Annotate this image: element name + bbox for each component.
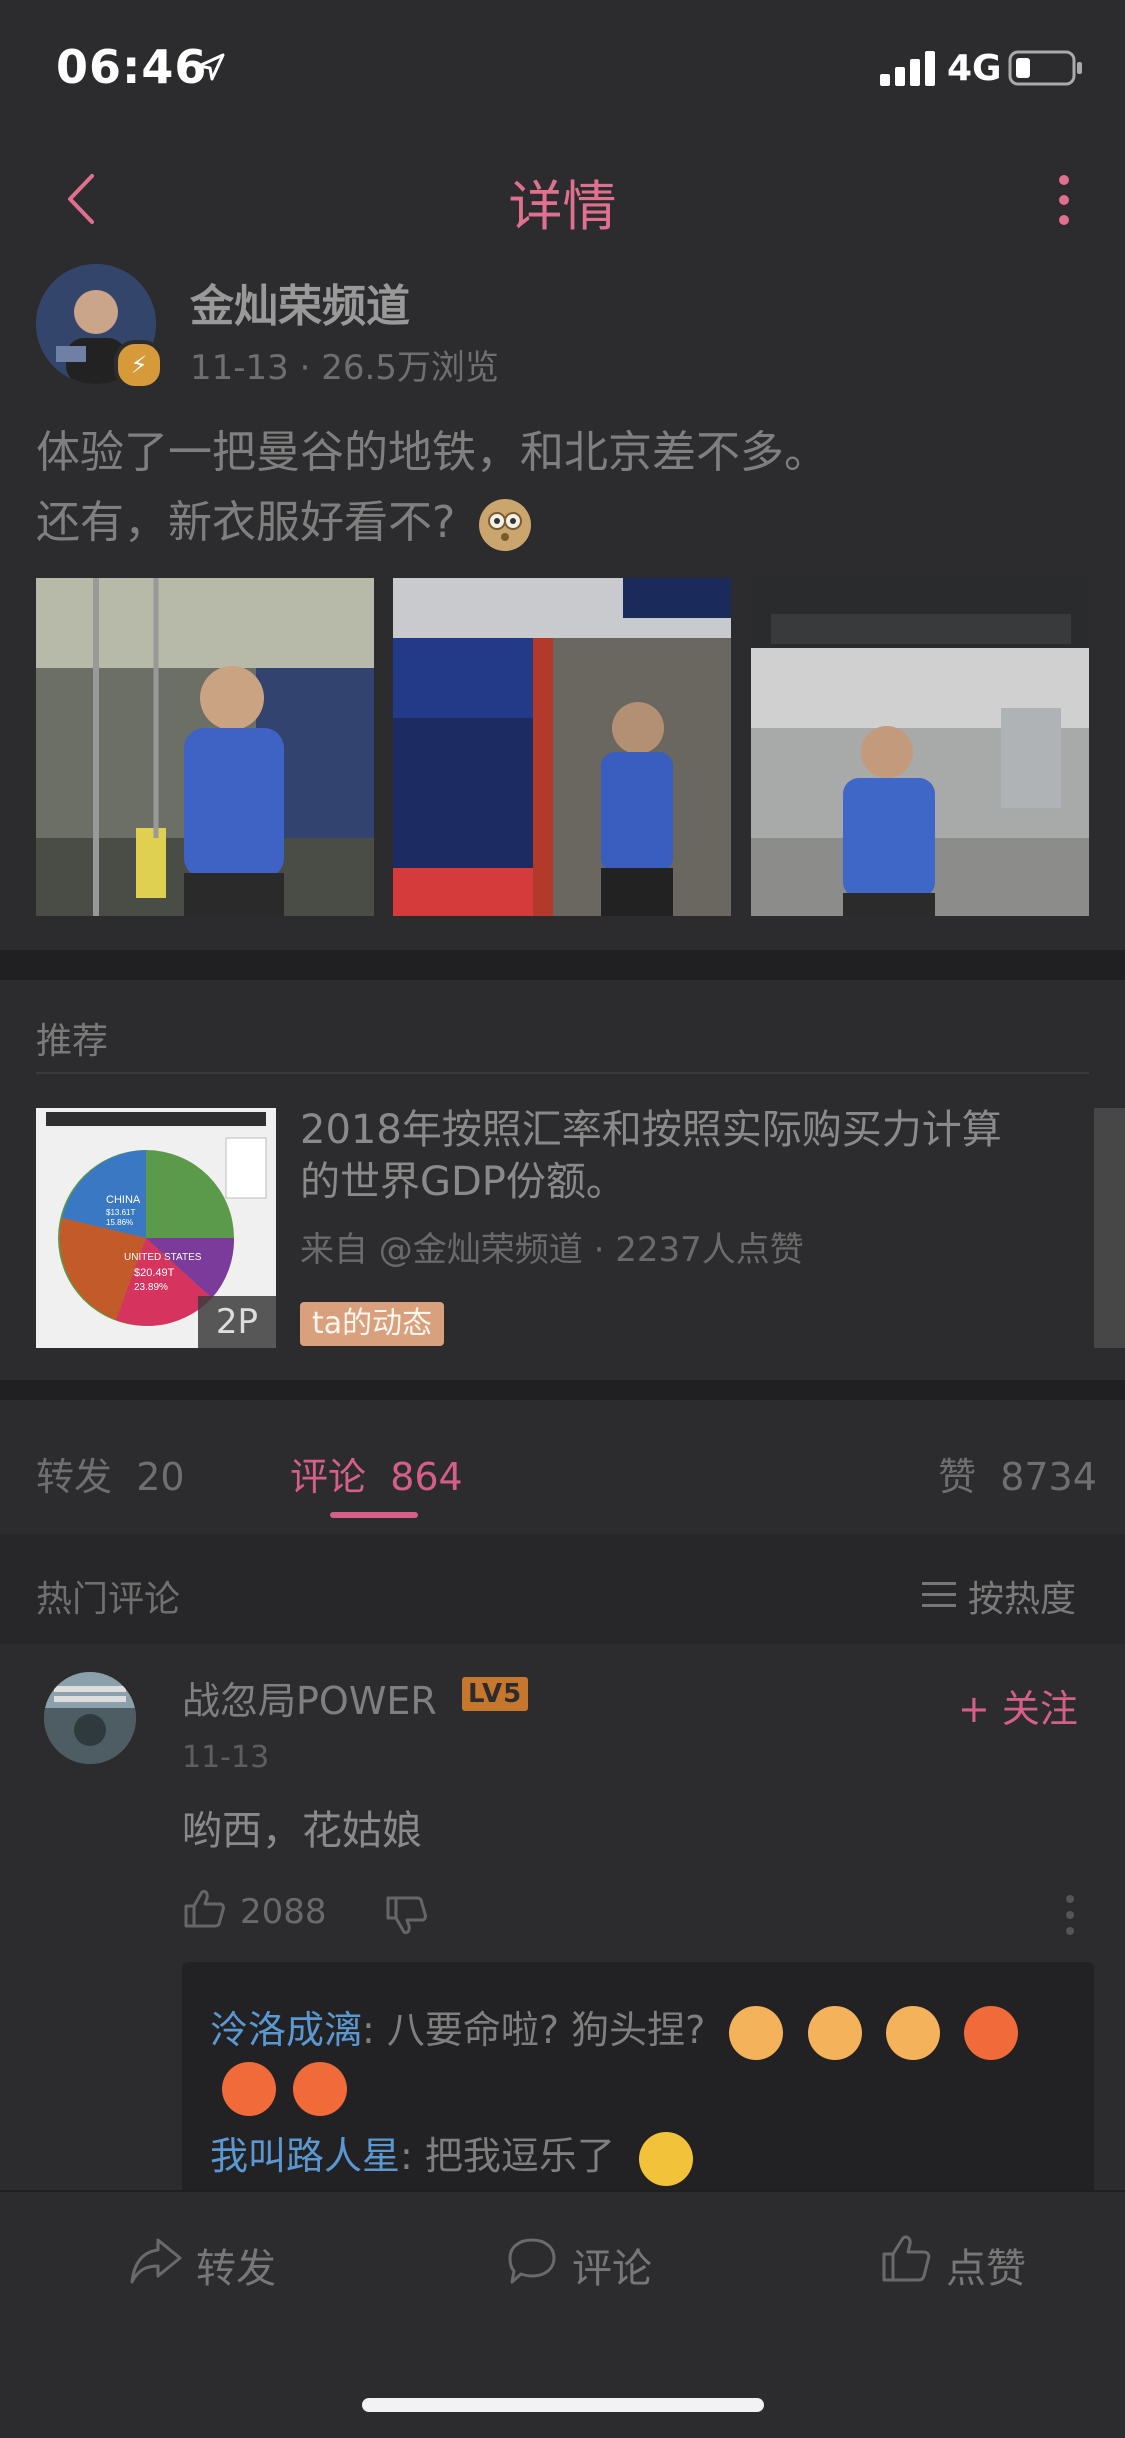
tab-comment[interactable]: 评论 864 [290,1446,463,1501]
gdp-label-us-value: $20.49T [134,1267,175,1279]
comment-text: 哟西，花姑娘 [182,1808,422,1854]
meta-dot: · [299,348,322,388]
comment-like-count: 2088 [240,1892,327,1932]
ta-dynamic-tag[interactable]: ta的动态 [300,1302,445,1346]
status-time: 06:46 [56,40,208,94]
post-text-line2-content: 还有，新衣服好看不? [36,497,456,548]
recommend-title: 推荐 [36,1021,109,1062]
more-icon[interactable] [1056,174,1072,226]
post-date: 11-13 [190,348,289,388]
tab-comment-count: 864 [390,1455,463,1499]
drool-emoji-icon [293,2062,348,2116]
reply-user-1[interactable]: 泠洛成漓 [210,2008,362,2052]
photo-platform-icon [393,578,731,916]
tab-repost-count: 20 [136,1455,185,1499]
menu-lines-icon [922,1582,956,1607]
page-title: 详情 [508,175,617,238]
thumbs-down-icon[interactable] [384,1894,428,1938]
recommend-headline[interactable]: 2018年按照汇率和按照实际购买力计算的世界GDP份额。 [300,1104,1020,1208]
next-card-peek[interactable] [1094,1108,1125,1348]
tab-like-label: 赞 [938,1455,977,1499]
reply-item-1-emoji-overflow [222,2062,348,2116]
post-text-line1: 体验了一把曼谷的地铁，和北京差不多。 [36,427,828,478]
tab-active-indicator [330,1512,418,1518]
thumbs-up-icon[interactable] [182,1886,226,1930]
post-text-line2: 还有，新衣服好看不? [36,488,1086,558]
gdp-label-china-share: 15.86% [106,1218,133,1227]
author-name[interactable]: 金灿荣频道 [190,270,410,334]
drool-emoji-icon [222,2062,276,2116]
post-image-2[interactable] [393,578,731,916]
tab-like-count: 8734 [1000,1455,1097,1499]
level-badge: LV5 [462,1677,529,1711]
comment-more-icon[interactable] [1064,1894,1076,1936]
tab-repost-label: 转发 [36,1455,113,1499]
gdp-label-china-value: $13.61T [106,1208,135,1217]
photo-subway-car-icon [36,578,374,916]
reply-item-2[interactable]: 我叫路人星: 把我逗乐了 [210,2124,693,2188]
network-label: 4G [947,48,1002,89]
avatar-image-icon [44,1672,136,1764]
home-indicator[interactable] [362,2398,764,2412]
repost-icon[interactable] [128,2236,184,2286]
post-meta: 11-13 · 26.5万浏览 [190,340,499,389]
section-divider [0,950,1125,980]
recommend-divider [36,1072,1089,1074]
post-image-3[interactable] [751,578,1089,916]
like-button[interactable]: 点赞 [946,2236,1026,2294]
like-icon[interactable] [880,2232,932,2284]
post-image-1[interactable] [36,578,374,916]
battery-icon [1008,50,1082,86]
reply-text-2: : 把我逗乐了 [400,2134,615,2178]
sort-by-heat-button[interactable]: 按热度 [968,1570,1076,1622]
signal-icon [880,51,935,86]
drool-emoji-icon [963,2005,1018,2060]
gdp-label-us: UNITED STATES [124,1252,202,1263]
hot-comments-title: 热门评论 [36,1579,181,1620]
follow-button[interactable]: + 关注 [958,1678,1078,1733]
post-text: 体验了一把曼谷的地铁，和北京差不多。 还有，新衣服好看不? [36,418,1086,558]
post-views: 26.5万浏览 [321,348,499,388]
laugh-tears-emoji-icon [639,2131,693,2186]
comment-button[interactable]: 评论 [572,2236,652,2294]
section-divider-2 [0,1380,1125,1402]
wonder-emoji-icon [479,499,532,551]
comment-date: 11-13 [182,1740,270,1775]
location-icon [197,53,225,81]
doge-emoji-icon [729,2005,784,2060]
photo-station-hall-icon [751,578,1089,916]
tab-like[interactable]: 赞 8734 [938,1446,1097,1501]
image-count-badge: 2P [198,1296,276,1348]
tab-comment-label: 评论 [290,1455,367,1499]
doge-emoji-icon [807,2005,862,2060]
reply-text-1: : 八要命啦? 狗头捏? [362,2008,706,2052]
repost-button[interactable]: 转发 [196,2236,276,2294]
verified-badge-icon: ⚡ [114,340,164,390]
reply-item-1[interactable]: 泠洛成漓: 八要命啦? 狗头捏? [210,1998,1018,2062]
gdp-label-china: CHINA [106,1194,141,1206]
gdp-label-us-share: 23.89% [134,1282,168,1293]
commenter-avatar[interactable] [44,1672,136,1764]
commenter-name[interactable]: 战忽局POWER [182,1670,437,1725]
doge-emoji-icon [885,2005,940,2060]
reply-user-2[interactable]: 我叫路人星 [210,2134,400,2178]
tab-repost[interactable]: 转发 20 [36,1446,185,1501]
recommend-source: 来自 @金灿荣频道 · 2237人点赞 [300,1230,804,1270]
comment-icon[interactable] [506,2236,558,2286]
